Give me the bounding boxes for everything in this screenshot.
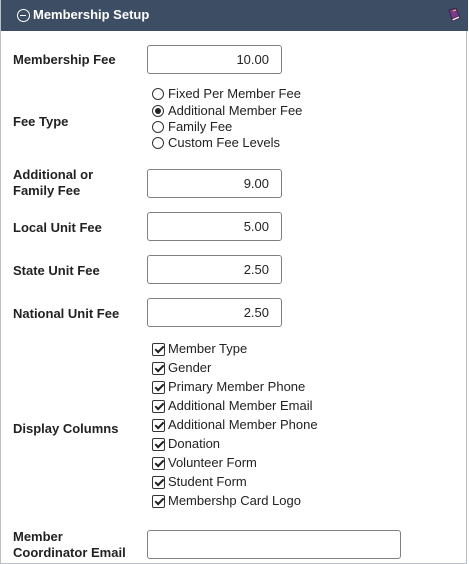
checkbox[interactable] bbox=[152, 494, 165, 508]
checkbox-label: Donation bbox=[168, 436, 221, 451]
radio-button[interactable] bbox=[152, 88, 164, 100]
checkbox[interactable] bbox=[152, 380, 165, 394]
checkbox-label: Gender bbox=[168, 360, 212, 375]
additional-fee-input[interactable] bbox=[147, 169, 282, 198]
minus-circle-icon[interactable] bbox=[17, 9, 30, 22]
checkbox[interactable] bbox=[152, 342, 165, 356]
coordinator-email-label-line2: Coordinator Email bbox=[13, 545, 126, 560]
checkbox[interactable] bbox=[152, 437, 165, 451]
state-unit-fee-input[interactable] bbox=[147, 255, 282, 284]
radio-button[interactable] bbox=[152, 137, 164, 149]
checkbox[interactable] bbox=[152, 418, 165, 432]
display-column-additional-email[interactable]: Additional Member Email bbox=[152, 398, 313, 414]
checkbox[interactable] bbox=[152, 456, 165, 470]
display-column-card-logo[interactable]: Membershp Card Logo bbox=[152, 493, 301, 509]
checkbox[interactable] bbox=[152, 475, 165, 489]
display-column-volunteer-form[interactable]: Volunteer Form bbox=[152, 455, 257, 471]
radio-button-selected[interactable] bbox=[152, 105, 164, 117]
display-column-donation[interactable]: Donation bbox=[152, 436, 220, 452]
display-column-student-form[interactable]: Student Form bbox=[152, 474, 247, 490]
display-column-primary-phone[interactable]: Primary Member Phone bbox=[152, 379, 305, 395]
checkbox-label: Additional Member Phone bbox=[168, 417, 318, 432]
panel-header[interactable]: Membership Setup bbox=[1, 0, 468, 31]
checkbox[interactable] bbox=[152, 399, 165, 413]
coordinator-email-input[interactable] bbox=[147, 530, 401, 559]
state-unit-fee-label: State Unit Fee bbox=[13, 263, 100, 278]
checkbox[interactable] bbox=[152, 361, 165, 375]
membership-fee-label: Membership Fee bbox=[13, 52, 116, 67]
radio-button[interactable] bbox=[152, 121, 164, 133]
national-unit-fee-input[interactable] bbox=[147, 298, 282, 327]
display-column-member-type[interactable]: Member Type bbox=[152, 341, 247, 357]
local-unit-fee-label: Local Unit Fee bbox=[13, 220, 102, 235]
checkbox-label: Volunteer Form bbox=[168, 455, 257, 470]
display-column-additional-phone[interactable]: Additional Member Phone bbox=[152, 417, 318, 433]
additional-fee-label-line1: Additional or bbox=[13, 167, 94, 182]
radio-label: Family Fee bbox=[168, 119, 233, 134]
membership-setup-panel: Membership Setup Membership Fee Fee Type… bbox=[0, 0, 468, 564]
radio-label: Custom Fee Levels bbox=[168, 135, 280, 150]
national-unit-fee-label: National Unit Fee bbox=[13, 306, 120, 321]
fee-type-option-additional[interactable]: Additional Member Fee bbox=[152, 103, 302, 119]
checkbox-label: Student Form bbox=[168, 474, 247, 489]
checkbox-label: Member Type bbox=[168, 341, 248, 356]
membership-fee-input[interactable] bbox=[147, 45, 282, 74]
local-unit-fee-input[interactable] bbox=[147, 212, 282, 241]
fee-type-option-family[interactable]: Family Fee bbox=[152, 119, 232, 135]
checkbox-label: Membershp Card Logo bbox=[168, 493, 301, 508]
radio-label: Additional Member Fee bbox=[168, 103, 303, 118]
radio-label: Fixed Per Member Fee bbox=[168, 86, 301, 101]
display-columns-label: Display Columns bbox=[13, 421, 119, 436]
fee-type-label: Fee Type bbox=[13, 114, 69, 129]
coordinator-email-label-line1: Member bbox=[13, 529, 63, 544]
book-icon[interactable] bbox=[446, 7, 462, 23]
fee-type-option-fixed[interactable]: Fixed Per Member Fee bbox=[152, 86, 301, 102]
checkbox-label: Primary Member Phone bbox=[168, 379, 306, 394]
display-column-gender[interactable]: Gender bbox=[152, 360, 211, 376]
panel-title: Membership Setup bbox=[33, 7, 150, 22]
fee-type-option-custom[interactable]: Custom Fee Levels bbox=[152, 135, 280, 151]
checkbox-label: Additional Member Email bbox=[168, 398, 313, 413]
additional-fee-label-line2: Family Fee bbox=[13, 183, 81, 198]
